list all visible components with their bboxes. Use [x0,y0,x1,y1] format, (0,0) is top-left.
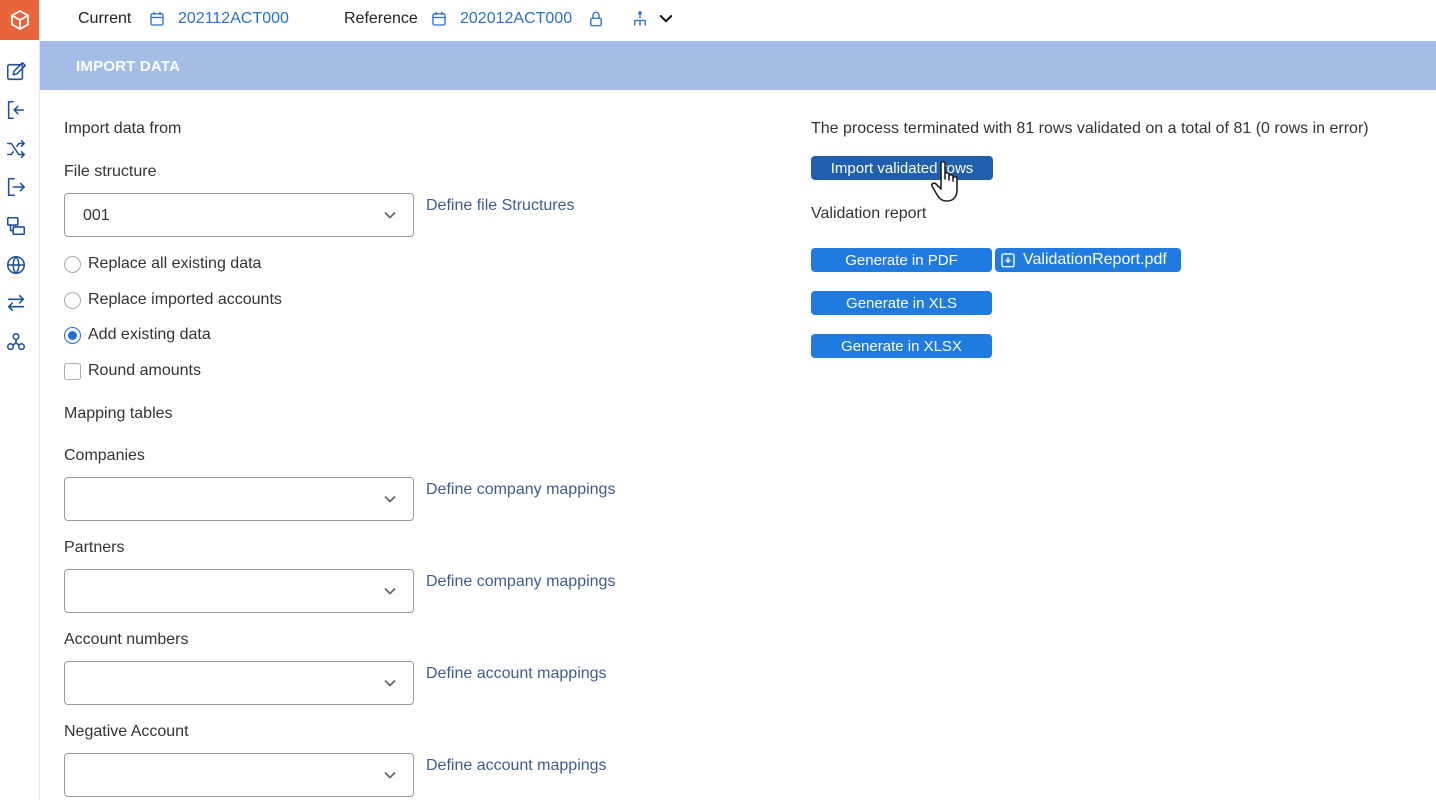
top-bar: Current 202112ACT000 Reference 202012ACT… [40,0,1436,41]
option-label: Add existing data [88,326,211,343]
calendar-icon [429,9,449,29]
calendar-icon [147,9,167,29]
chevron-down-icon [383,208,397,222]
globe-icon[interactable] [4,253,28,277]
chevron-down-icon[interactable] [656,9,676,29]
define-company-mappings-link[interactable]: Define company mappings [426,481,615,499]
option-label: Replace all existing data [88,255,262,272]
option-label: Round amounts [88,362,201,379]
chevron-down-icon [383,584,397,598]
cube-logo-icon [10,9,29,31]
transfer-icon[interactable] [4,291,28,315]
define-file-structures-link[interactable]: Define file Structures [426,197,575,215]
generate-pdf-button[interactable]: Generate in PDF [811,248,992,272]
export-icon[interactable] [4,175,28,199]
chevron-down-icon [383,492,397,506]
file-structure-label: File structure [64,163,157,180]
add-existing-data-option[interactable]: Add existing data [64,325,211,345]
generate-xls-button[interactable]: Generate in XLS [811,291,992,315]
file-structure-value: 001 [83,207,110,224]
replace-all-data-option[interactable]: Replace all existing data [64,254,261,274]
partners-select[interactable] [64,569,414,613]
partners-label: Partners [64,539,125,556]
sidebar [0,0,40,800]
current-label: Current [78,10,132,27]
radio-button[interactable] [64,291,81,309]
negative-account-select[interactable] [64,753,414,797]
validation-report-filename: ValidationReport.pdf [1023,251,1167,268]
companies-label: Companies [64,447,145,464]
file-structure-select[interactable]: 001 [64,193,414,237]
download-file-icon [1001,253,1015,268]
chevron-down-icon [383,676,397,690]
lock-icon[interactable] [586,9,606,29]
process-status-text: The process terminated with 81 rows vali… [811,120,1369,137]
section-title: IMPORT DATA [76,58,181,75]
negative-account-label: Negative Account [64,723,189,740]
current-period-link[interactable]: 202112ACT000 [178,10,289,28]
checkbox[interactable] [64,362,81,380]
option-label: Replace imported accounts [88,291,282,308]
hand-cursor-icon [931,161,958,202]
define-account-mappings-link[interactable]: Define account mappings [426,665,607,683]
app-logo[interactable] [0,0,39,40]
edit-icon[interactable] [4,60,28,84]
hierarchy-menu-icon[interactable] [630,9,650,29]
radio-button[interactable] [64,255,81,273]
shuffle-icon[interactable] [4,137,28,161]
radio-button-selected[interactable] [64,326,81,344]
generate-xlsx-button[interactable]: Generate in XLSX [811,334,992,358]
define-partner-mappings-link[interactable]: Define company mappings [426,573,615,591]
import-icon[interactable] [4,98,28,122]
replace-imported-accounts-option[interactable]: Replace imported accounts [64,290,282,310]
hierarchy-icon[interactable] [4,330,28,354]
chevron-down-icon [383,768,397,782]
mapping-tables-label: Mapping tables [64,405,173,422]
round-amounts-option[interactable]: Round amounts [64,361,201,381]
section-header: IMPORT DATA [40,41,1436,90]
import-from-label: Import data from [64,120,182,137]
companies-select[interactable] [64,477,414,521]
account-numbers-label: Account numbers [64,631,189,648]
reference-label: Reference [344,10,418,27]
reference-period-link[interactable]: 202012ACT000 [460,10,572,28]
define-negative-account-mappings-link[interactable]: Define account mappings [426,757,607,775]
validation-report-file-link[interactable]: ValidationReport.pdf [995,248,1181,272]
validation-report-label: Validation report [811,205,927,222]
account-numbers-select[interactable] [64,661,414,705]
layers-icon[interactable] [4,214,28,238]
